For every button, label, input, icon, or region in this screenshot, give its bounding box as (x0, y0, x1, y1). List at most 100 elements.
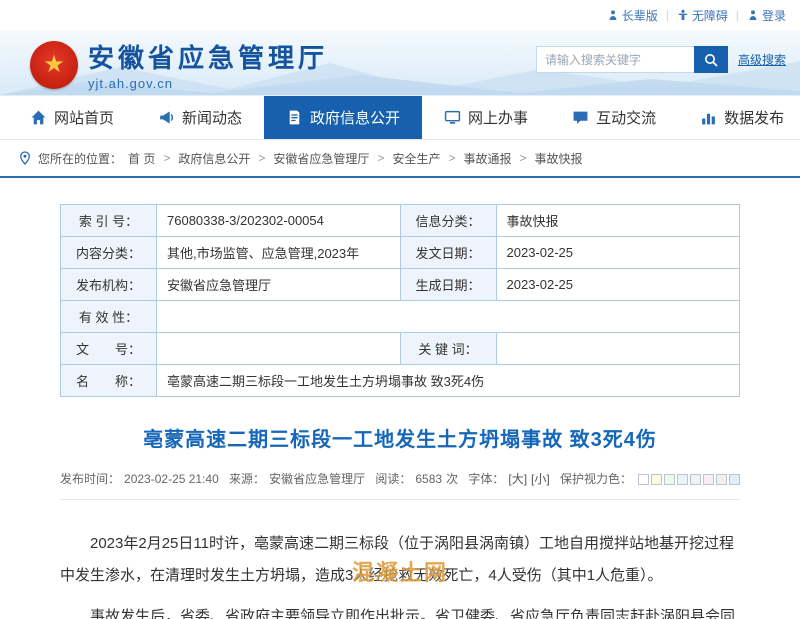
nav-label: 数据发布 (724, 107, 784, 128)
views-label: 阅读： (375, 470, 411, 487)
document-info-table: 索 引 号： 76080338-3/202302-00054 信息分类： 事故快… (60, 204, 740, 397)
topbar-separator: | (666, 8, 669, 22)
elder-icon (607, 9, 619, 21)
accessibility-icon (677, 9, 689, 21)
protect-color-square[interactable] (677, 474, 688, 485)
login-link[interactable]: 登录 (747, 7, 786, 24)
issue-date-label: 发文日期： (400, 237, 496, 269)
main-content: 索 引 号： 76080338-3/202302-00054 信息分类： 事故快… (20, 178, 780, 619)
site-header: ★ 安徽省应急管理厅 yjt.ah.gov.cn 高级搜索 (0, 30, 800, 96)
breadcrumb-safety[interactable]: 安全生产 (392, 150, 440, 167)
elder-version-label: 长辈版 (622, 7, 658, 24)
views-count: 6583 (415, 472, 442, 486)
megaphone-icon (158, 109, 175, 126)
source-label: 来源： (229, 470, 265, 487)
nav-label: 政府信息公开 (310, 107, 400, 128)
keyword-label: 关 键 词： (400, 333, 496, 365)
nav-label: 新闻动态 (182, 107, 242, 128)
nav-item-online-service[interactable]: 网上办事 (422, 96, 550, 139)
monitor-icon (444, 109, 461, 126)
location-pin-icon (18, 151, 32, 165)
table-row: 文 号： 关 键 词： (61, 333, 740, 365)
topbar-separator: | (736, 8, 739, 22)
breadcrumb: 您所在的位置： 首 页 > 政府信息公开 > 安徽省应急管理厅 > 安全生产 >… (0, 140, 800, 178)
article-paragraph: 2023年2月25日11时许，亳蒙高速二期三标段（位于涡阳县涡南镇）工地自用搅拌… (60, 528, 740, 591)
breadcrumb-accident-bulletin[interactable]: 事故快报 (535, 150, 583, 167)
issuing-agency-label: 发布机构： (61, 269, 157, 301)
info-category-value: 事故快报 (496, 205, 740, 237)
article-meta: 发布时间： 2023-02-25 21:40 来源：安徽省应急管理厅 阅读： 658… (60, 470, 740, 500)
doc-name-value: 亳蒙高速二期三标段一工地发生土方坍塌事故 致3死4伤 (157, 365, 740, 397)
accessibility-link[interactable]: 无障碍 (677, 7, 728, 24)
breadcrumb-separator: > (448, 151, 455, 165)
chat-bubble-icon (572, 109, 589, 126)
nav-item-gov-info[interactable]: 政府信息公开 (264, 96, 422, 139)
breadcrumb-prefix: 您所在的位置： (38, 150, 122, 167)
protect-color-square[interactable] (664, 474, 675, 485)
login-icon (747, 9, 759, 21)
main-nav: 网站首页 新闻动态 政府信息公开 网上办事 互动交流 数据发布 (0, 96, 800, 140)
source-value: 安徽省应急管理厅 (269, 470, 365, 487)
elder-version-link[interactable]: 长辈版 (607, 7, 658, 24)
site-url: yjt.ah.gov.cn (88, 76, 328, 91)
font-larger-button[interactable]: [大] (508, 470, 527, 487)
protect-color-square[interactable] (638, 474, 649, 485)
index-number-value: 76080338-3/202302-00054 (157, 205, 401, 237)
views-unit: 次 (446, 470, 458, 487)
font-smaller-button[interactable]: [小] (531, 470, 550, 487)
generate-date-value: 2023-02-25 (496, 269, 740, 301)
table-row: 内容分类： 其他,市场监管、应急管理,2023年 发文日期： 2023-02-2… (61, 237, 740, 269)
issue-date-value: 2023-02-25 (496, 237, 740, 269)
article-title: 亳蒙高速二期三标段一工地发生土方坍塌事故 致3死4伤 (60, 423, 740, 452)
site-brand: ★ 安徽省应急管理厅 yjt.ah.gov.cn (30, 38, 328, 91)
validity-value (157, 301, 740, 333)
breadcrumb-separator: > (163, 151, 170, 165)
table-row: 有 效 性： (61, 301, 740, 333)
protect-color-square[interactable] (716, 474, 727, 485)
advanced-search-link[interactable]: 高级搜索 (738, 51, 786, 68)
nav-item-data[interactable]: 数据发布 (678, 96, 800, 139)
breadcrumb-separator: > (258, 151, 265, 165)
breadcrumb-separator: > (519, 151, 526, 165)
login-label: 登录 (762, 7, 786, 24)
breadcrumb-accident-report[interactable]: 事故通报 (463, 150, 511, 167)
home-icon (30, 109, 47, 126)
site-name: 安徽省应急管理厅 (88, 38, 328, 75)
generate-date-label: 生成日期： (400, 269, 496, 301)
nav-label: 互动交流 (596, 107, 656, 128)
protect-color-square[interactable] (703, 474, 714, 485)
search-icon (703, 52, 719, 68)
font-size-label: 字体： (468, 470, 504, 487)
publish-time-value: 2023-02-25 21:40 (124, 472, 219, 486)
validity-label: 有 效 性： (61, 301, 157, 333)
document-icon (286, 109, 303, 126)
bar-chart-icon (700, 109, 717, 126)
search-button[interactable] (694, 46, 728, 73)
breadcrumb-home[interactable]: 首 页 (128, 150, 155, 167)
protect-color-square[interactable] (729, 474, 740, 485)
content-category-label: 内容分类： (61, 237, 157, 269)
search-input[interactable] (536, 46, 694, 73)
breadcrumb-separator: > (377, 151, 384, 165)
doc-name-label: 名 称： (61, 365, 157, 397)
content-category-value: 其他,市场监管、应急管理,2023年 (157, 237, 401, 269)
page: 长辈版 | 无障碍 | 登录 ★ 安徽省应急管理厅 yjt.ah.gov.cn (0, 0, 800, 619)
national-emblem: ★ (30, 41, 78, 89)
eye-protect-label: 保护视力色： (560, 470, 632, 487)
info-category-label: 信息分类： (400, 205, 496, 237)
table-row: 发布机构： 安徽省应急管理厅 生成日期： 2023-02-25 (61, 269, 740, 301)
keyword-value (496, 333, 740, 365)
nav-item-home[interactable]: 网站首页 (8, 96, 136, 139)
protect-color-square[interactable] (651, 474, 662, 485)
nav-item-news[interactable]: 新闻动态 (136, 96, 264, 139)
publish-time-label: 发布时间： (60, 470, 120, 487)
nav-item-interaction[interactable]: 互动交流 (550, 96, 678, 139)
protect-color-square[interactable] (690, 474, 701, 485)
article-body: 2023年2月25日11时许，亳蒙高速二期三标段（位于涡阳县涡南镇）工地自用搅拌… (60, 528, 740, 619)
nav-label: 网站首页 (54, 107, 114, 128)
accessibility-label: 无障碍 (692, 7, 728, 24)
brand-text: 安徽省应急管理厅 yjt.ah.gov.cn (88, 38, 328, 91)
breadcrumb-gov-info[interactable]: 政府信息公开 (178, 150, 250, 167)
issuing-agency-value: 安徽省应急管理厅 (157, 269, 401, 301)
breadcrumb-department[interactable]: 安徽省应急管理厅 (273, 150, 369, 167)
